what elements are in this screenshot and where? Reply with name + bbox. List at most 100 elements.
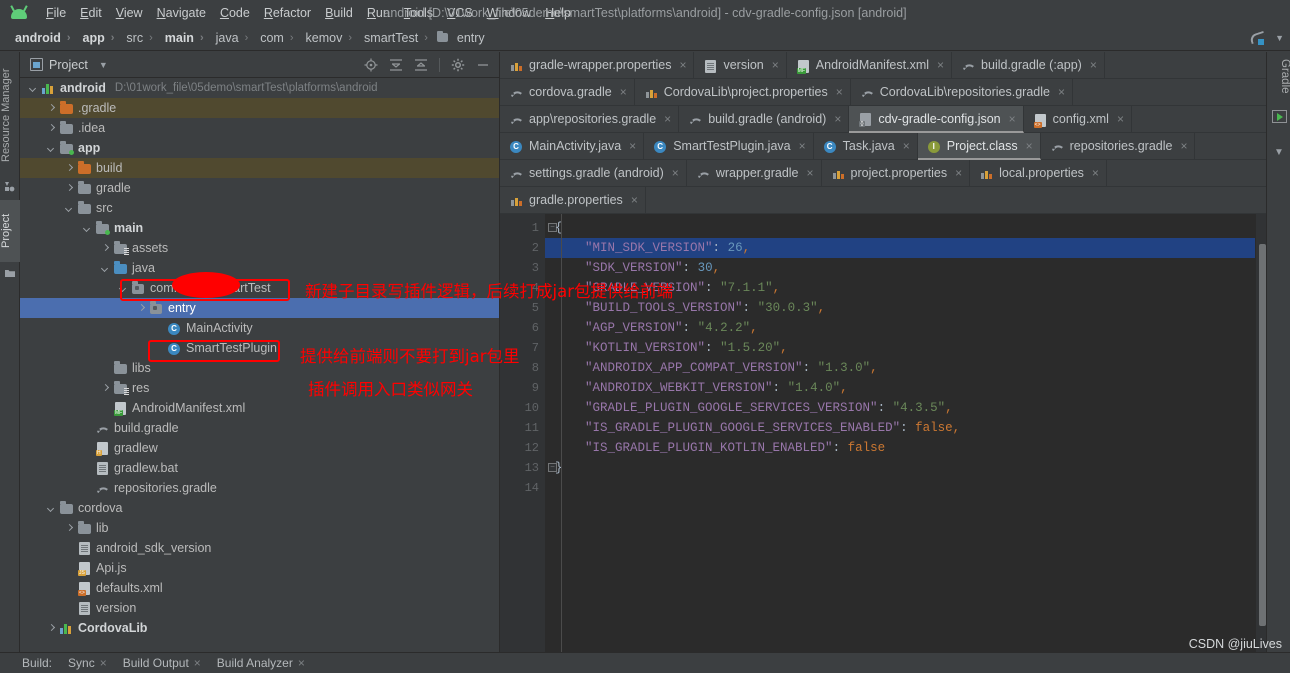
breadcrumb-item-java[interactable]: java ›	[209, 30, 254, 46]
close-icon[interactable]: ×	[1092, 166, 1099, 180]
chevron-down-icon[interactable]	[100, 263, 111, 274]
menu-item-edit[interactable]: Edit	[73, 3, 109, 23]
tree-row[interactable]: android_sdk_version	[20, 538, 499, 558]
chevron-right-icon[interactable]	[64, 523, 75, 534]
tree-row[interactable]: app	[20, 138, 499, 158]
editor-tab-repositories-gradle[interactable]: repositories.gradle ×	[1040, 133, 1196, 160]
close-icon[interactable]: ×	[1026, 139, 1033, 153]
close-icon[interactable]: ×	[1180, 139, 1187, 153]
close-icon[interactable]: ×	[836, 85, 843, 99]
tree-row[interactable]: gradle	[20, 178, 499, 198]
editor-tab-cordovalib-repositories-gradle[interactable]: CordovaLib\repositories.gradle ×	[850, 79, 1073, 106]
menu-item-help[interactable]: Help	[538, 3, 578, 23]
sidebar-item-resource-manager[interactable]: Resource Manager	[0, 56, 20, 174]
close-icon[interactable]: ×	[631, 193, 638, 207]
chevron-right-icon[interactable]	[46, 103, 57, 114]
chevron-right-icon[interactable]	[136, 303, 147, 314]
breadcrumb-item-smarttest[interactable]: smartTest ›	[357, 30, 433, 46]
chevron-down-icon[interactable]	[28, 83, 39, 94]
menu-item-navigate[interactable]: Navigate	[150, 3, 213, 23]
code-line[interactable]: "SDK_VERSION": 30,	[545, 258, 1255, 278]
tree-row[interactable]: MF AndroidManifest.xml	[20, 398, 499, 418]
menu-item-file[interactable]: File	[39, 3, 73, 23]
menu-item-run[interactable]: Run	[360, 3, 397, 23]
close-icon[interactable]: ×	[1009, 112, 1016, 126]
editor-tab-androidmanifest-xml[interactable]: MF AndroidManifest.xml ×	[786, 52, 953, 79]
code-line[interactable]: }	[545, 458, 1255, 478]
editor-tabs[interactable]: gradle-wrapper.properties × version × MF Andr…	[500, 52, 1290, 214]
close-icon[interactable]: ×	[100, 656, 107, 670]
editor-tab-project-class[interactable]: I Project.class ×	[917, 133, 1041, 160]
code-line[interactable]: "AGP_VERSION": "4.2.2",	[545, 318, 1255, 338]
close-icon[interactable]: ×	[620, 85, 627, 99]
editor-tab-task-java[interactable]: C Task.java ×	[813, 133, 918, 160]
run-gradle-icon[interactable]	[1272, 110, 1287, 123]
tree-row[interactable]: android D:\01work_file\05demo\smartTest\p…	[20, 78, 499, 98]
editor-tab-gradle-properties[interactable]: gradle.properties ×	[500, 187, 646, 214]
editor-tab-version[interactable]: version ×	[694, 52, 787, 79]
menu-item-vcs[interactable]: VCS	[440, 3, 480, 23]
code-line[interactable]: "MIN_SDK_VERSION": 26,	[545, 238, 1255, 258]
close-icon[interactable]: ×	[772, 58, 779, 72]
code-line[interactable]: "ANDROIDX_WEBKIT_VERSION": "1.4.0",	[545, 378, 1255, 398]
close-icon[interactable]: ×	[672, 166, 679, 180]
breadcrumb-item-main[interactable]: main ›	[158, 30, 209, 46]
editor-tab-mainactivity-java[interactable]: C MainActivity.java ×	[500, 133, 645, 160]
editor-tab-app-repositories-gradle[interactable]: app\repositories.gradle ×	[500, 106, 680, 133]
editor-vertical-scrollbar[interactable]	[1259, 244, 1266, 626]
chevron-right-icon[interactable]	[46, 623, 57, 634]
code-line[interactable]: "GRADLE_PLUGIN_GOOGLE_SERVICES_VERSION":…	[545, 398, 1255, 418]
breadcrumb-item-entry[interactable]: entry	[433, 30, 492, 46]
menu-item-code[interactable]: Code	[213, 3, 257, 23]
close-icon[interactable]: ×	[834, 112, 841, 126]
settings-gear-icon[interactable]	[451, 58, 465, 72]
code-line[interactable]: "IS_GRADLE_PLUGIN_GOOGLE_SERVICES_ENABLE…	[545, 418, 1255, 438]
close-icon[interactable]: ×	[194, 656, 201, 670]
breadcrumb-item-com[interactable]: com ›	[253, 30, 298, 46]
menu-item-view[interactable]: View	[109, 3, 150, 23]
editor-tab-local-properties[interactable]: local.properties ×	[970, 160, 1107, 187]
tree-row[interactable]: <> defaults.xml	[20, 578, 499, 598]
undo-icon[interactable]	[1249, 30, 1267, 46]
close-icon[interactable]: ×	[629, 139, 636, 153]
menu-item-refactor[interactable]: Refactor	[257, 3, 318, 23]
editor-tab-settings-gradle-android[interactable]: settings.gradle (android) ×	[500, 160, 687, 187]
code-line[interactable]	[545, 478, 1255, 498]
tree-row[interactable]: version	[20, 598, 499, 618]
chevron-right-icon[interactable]	[100, 383, 111, 394]
sidebar-item-project[interactable]: Project	[0, 200, 20, 262]
chevron-down-icon[interactable]: ▼	[1275, 33, 1284, 43]
chevron-down-icon[interactable]: ▼	[1274, 147, 1284, 158]
close-icon[interactable]: ×	[799, 139, 806, 153]
tree-row[interactable]: C MainActivity	[20, 318, 499, 338]
tree-row[interactable]: main	[20, 218, 499, 238]
chevron-right-icon[interactable]	[64, 183, 75, 194]
chevron-down-icon[interactable]	[46, 143, 57, 154]
breadcrumb-item-app[interactable]: app ›	[76, 30, 120, 46]
chevron-down-icon[interactable]: ▼	[99, 60, 108, 70]
close-icon[interactable]: ×	[1090, 58, 1097, 72]
breadcrumb-item-android[interactable]: android ›	[8, 30, 76, 46]
tree-row[interactable]: src	[20, 198, 499, 218]
close-icon[interactable]: ×	[807, 166, 814, 180]
status-item-sync[interactable]: Sync ×	[60, 656, 115, 670]
expand-all-icon[interactable]	[389, 58, 403, 72]
tree-row[interactable]: repositories.gradle	[20, 478, 499, 498]
locate-icon[interactable]	[364, 58, 378, 72]
chevron-down-icon[interactable]	[82, 223, 93, 234]
breadcrumb-item-kemov[interactable]: kemov ›	[299, 30, 358, 46]
tree-row[interactable]: build	[20, 158, 499, 178]
tree-row[interactable]: build.gradle	[20, 418, 499, 438]
editor-tab-cordovalib-project-properties[interactable]: CordovaLib\project.properties ×	[634, 79, 851, 106]
code-line[interactable]: "IS_GRADLE_PLUGIN_KOTLIN_ENABLED": false	[545, 438, 1255, 458]
editor-tab-wrapper-gradle[interactable]: wrapper.gradle ×	[686, 160, 822, 187]
tree-row[interactable]: gradlew.bat	[20, 458, 499, 478]
close-icon[interactable]: ×	[1058, 85, 1065, 99]
editor-tab-cdv-gradle-config-json[interactable]: {} cdv-gradle-config.json ×	[849, 106, 1024, 133]
close-icon[interactable]: ×	[955, 166, 962, 180]
chevron-down-icon[interactable]	[64, 203, 75, 214]
tree-row[interactable]: .gradle	[20, 98, 499, 118]
collapse-all-icon[interactable]	[414, 58, 428, 72]
menu-item-build[interactable]: Build	[318, 3, 360, 23]
chevron-right-icon[interactable]	[100, 243, 111, 254]
